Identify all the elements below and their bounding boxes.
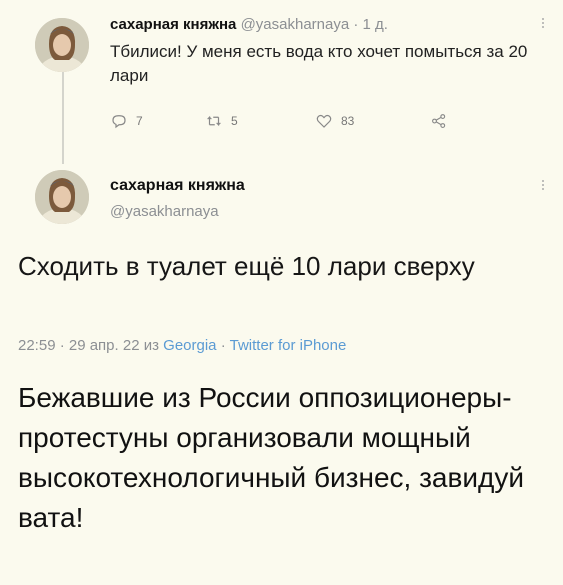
reply-count: 7 [136, 114, 143, 128]
tweet1-header: сахарная княжна @yasakharnaya · 1 д. [110, 16, 388, 33]
tweet1-separator: · [353, 16, 359, 33]
avatar-tweet2[interactable] [35, 170, 89, 224]
tweet2-location[interactable]: Georgia [163, 337, 216, 354]
tweet2-separator: · [220, 337, 226, 354]
tweet2-display-name[interactable]: сахарная княжна [110, 177, 245, 195]
avatar-image [35, 18, 89, 72]
meme-caption: Бежавшие из России оппозиционеры-протест… [18, 382, 524, 533]
avatar-tweet1[interactable] [35, 18, 89, 72]
tweet1-time[interactable]: 1 д. [363, 16, 388, 33]
more-icon[interactable] [540, 18, 546, 28]
tweet1-text: Тбилиси! У меня есть вода кто хочет помы… [110, 42, 528, 85]
like-button[interactable]: 83 [315, 112, 430, 130]
tweet1-display-name[interactable]: сахарная княжна [110, 16, 236, 33]
tweet2-timestamp[interactable]: 22:59 · 29 апр. 22 из [18, 337, 159, 354]
share-button[interactable] [430, 112, 448, 130]
retweet-icon [207, 115, 221, 127]
tweet2-text: Сходить в туалет ещё 10 лари сверху [18, 251, 475, 281]
retweet-count: 5 [231, 114, 238, 128]
share-icon [432, 114, 446, 128]
more-icon[interactable] [540, 180, 546, 190]
reply-icon [112, 115, 126, 129]
tweet1-actions: 7 5 83 [110, 112, 490, 130]
thread-line [62, 72, 64, 164]
heart-icon [316, 114, 332, 128]
reply-button[interactable]: 7 [110, 112, 205, 130]
retweet-button[interactable]: 5 [205, 112, 315, 130]
tweet2-meta: 22:59 · 29 апр. 22 из Georgia · Twitter … [18, 337, 346, 354]
tweet2-client[interactable]: Twitter for iPhone [230, 337, 347, 354]
avatar-image [35, 170, 89, 224]
like-count: 83 [341, 114, 355, 128]
tweet1-handle[interactable]: @yasakharnaya [241, 16, 350, 33]
tweet2-handle[interactable]: @yasakharnaya [110, 203, 219, 220]
